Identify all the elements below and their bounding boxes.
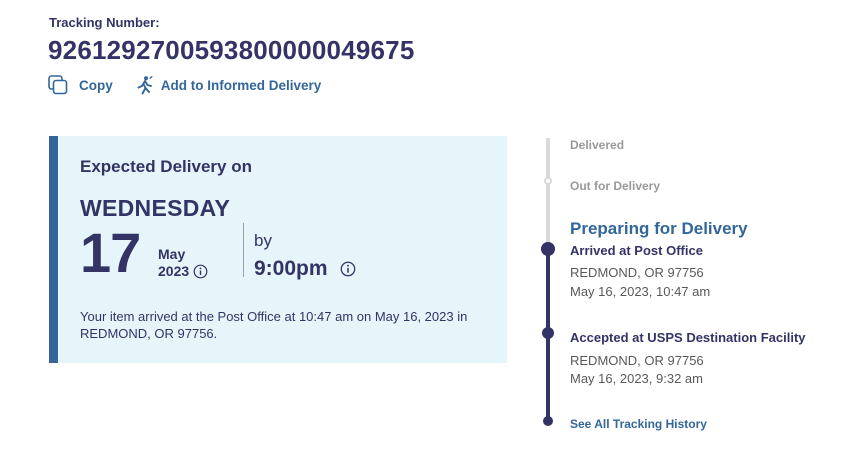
timeline-line-pending [546,138,550,250]
add-to-informed-delivery-button[interactable]: Add to Informed Delivery [135,75,322,95]
expected-delivery-title: Expected Delivery on [80,157,252,176]
delivery-year: 2023 [158,263,190,279]
timeline-dot-event [542,327,554,339]
timeline-current-status: Preparing for Delivery [570,219,748,238]
delivery-month: May [158,246,186,262]
runner-icon [135,75,155,95]
tracking-number: 9261292700593800000049675 [48,35,415,65]
copy-icon [48,75,69,95]
delivery-year-row: 2023 [158,263,208,279]
delivery-day-number: 17 [80,221,141,284]
timeline-event-location: REDMOND, OR 97756 [570,353,704,368]
info-icon[interactable] [340,261,356,277]
delivery-time: 9:00pm [254,257,328,280]
copy-button[interactable]: Copy [48,75,113,95]
delivery-by-label: by [254,231,272,250]
timeline-dot-current [541,242,555,256]
timeline-event-datetime: May 16, 2023, 10:47 am [570,284,711,299]
timeline-event-datetime: May 16, 2023, 9:32 am [570,371,703,386]
delivery-day-name: WEDNESDAY [80,195,231,221]
timeline-dot-end [543,416,553,426]
timeline-dot-pending [544,177,552,185]
expected-delivery-card: Expected Delivery on WEDNESDAY 17 May 20… [49,136,507,363]
timeline-event-title: Arrived at Post Office [570,243,703,258]
delivery-description: Your item arrived at the Post Office at … [80,309,468,341]
tracking-actions: Copy Add to Informed Delivery [48,75,321,95]
timeline-delivered: Delivered [570,138,625,152]
date-time-divider [243,223,244,277]
copy-label: Copy [79,77,113,93]
informed-delivery-label: Add to Informed Delivery [160,77,322,93]
timeline-out-for-delivery: Out for Delivery [570,179,661,193]
delivery-time-row: 9:00pm [254,257,356,281]
info-icon[interactable] [193,264,208,279]
timeline-event-title: Accepted at USPS Destination Facility [570,330,806,345]
tracking-number-label: Tracking Number: [49,15,160,30]
see-all-tracking-history-link[interactable]: See All Tracking History [570,417,707,431]
timeline-event-location: REDMOND, OR 97756 [570,265,704,280]
